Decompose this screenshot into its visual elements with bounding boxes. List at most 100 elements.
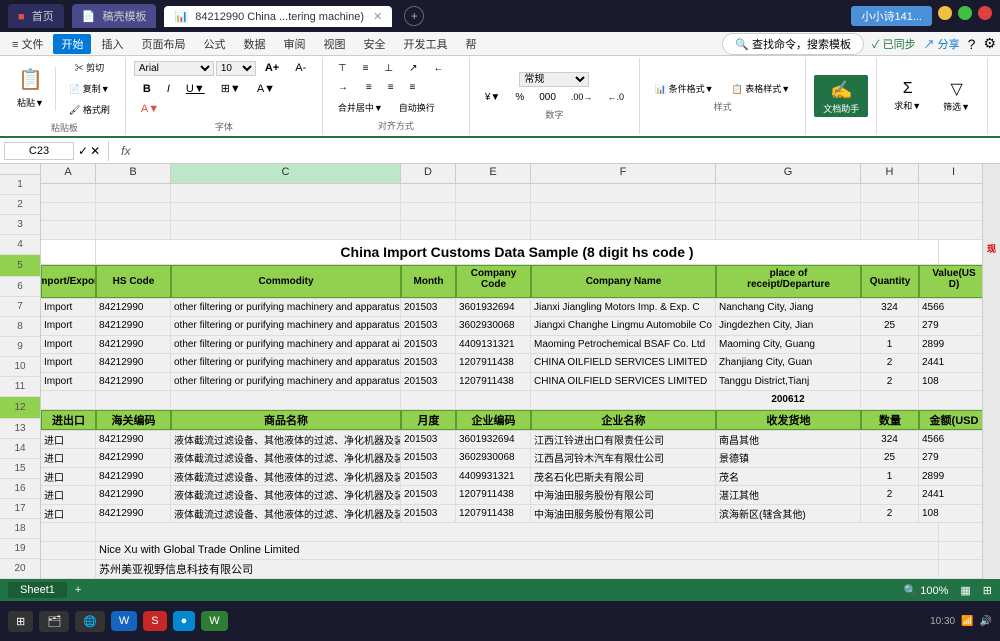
cell-a19[interactable]	[41, 542, 96, 560]
menu-review[interactable]: 审阅	[275, 34, 313, 54]
col-header-c[interactable]: C	[171, 164, 401, 183]
wrap-button[interactable]: 自动换行	[392, 98, 442, 117]
start-button[interactable]: ⊞	[8, 611, 33, 632]
taskbar-app3[interactable]: ●	[173, 611, 196, 631]
menu-security[interactable]: 安全	[355, 34, 393, 54]
cell-en-month-5[interactable]: 201503	[401, 373, 456, 391]
fill-color-button[interactable]: A▼	[250, 80, 282, 98]
cell-section-c[interactable]	[171, 391, 401, 409]
cell-i2[interactable]	[919, 203, 982, 221]
cell-zh-ie-5[interactable]: 进口	[41, 505, 96, 523]
cell-section-e[interactable]	[456, 391, 531, 409]
cell-zh-month-2[interactable]: 201503	[401, 449, 456, 467]
sheet-tab[interactable]: Sheet1	[8, 582, 67, 598]
align-top-button[interactable]: ⊤	[331, 60, 354, 77]
menu-dev[interactable]: 开发工具	[395, 34, 455, 54]
cell-en-ie-3[interactable]: Import	[41, 336, 96, 354]
cell-en-val-2[interactable]: 279	[919, 317, 982, 335]
view-page[interactable]: ⊞	[983, 584, 992, 597]
table-format-button[interactable]: 📋 表格样式▼	[725, 79, 798, 98]
cell-en-qty-2[interactable]: 25	[861, 317, 919, 335]
decimal-dec-button[interactable]: ←.0	[600, 89, 631, 106]
menu-help[interactable]: 帮	[457, 34, 484, 54]
cell-en-hs-5[interactable]: 84212990	[96, 373, 171, 391]
header-en-month[interactable]: Month	[401, 265, 456, 297]
underline-button[interactable]: U▼	[179, 80, 212, 98]
cell-d2[interactable]	[401, 203, 456, 221]
cell-zh-val-2[interactable]: 279	[919, 449, 982, 467]
cell-en-qty-3[interactable]: 1	[861, 336, 919, 354]
title-cell[interactable]: China Import Customs Data Sample (8 digi…	[96, 240, 939, 265]
cell-zh-place-3[interactable]: 茂名	[716, 468, 861, 486]
align-bottom-button[interactable]: ⊥	[377, 60, 400, 77]
cell-zh-name-4[interactable]: 中海油田服务股份有限公司	[531, 486, 716, 504]
taskbar-wps[interactable]: W	[111, 611, 137, 631]
cell-zh-month-3[interactable]: 201503	[401, 468, 456, 486]
cut-button[interactable]: ✂ 剪切	[62, 58, 117, 77]
menu-home[interactable]: 开始	[53, 34, 91, 54]
cell-en-month-2[interactable]: 201503	[401, 317, 456, 335]
cell-zh-hs-2[interactable]: 84212990	[96, 449, 171, 467]
cell-en-commodity-5[interactable]: other filtering or purifying machinery a…	[171, 373, 401, 391]
header-zh-commodity[interactable]: 商品名称	[171, 410, 401, 430]
header-zh-code[interactable]: 企业编码	[456, 410, 531, 430]
cell-footer2[interactable]: 苏州美亚视野信息科技有限公司	[96, 560, 939, 578]
sheet-tab-2[interactable]: +	[75, 584, 81, 596]
sum-button[interactable]: Σ求和▼	[885, 75, 930, 117]
close-button[interactable]	[978, 6, 992, 20]
cell-zh-commodity-2[interactable]: 液体截流过滤设备、其他液体的过滤、净化机器及装置	[171, 449, 401, 467]
cell-c3[interactable]	[171, 221, 401, 239]
cell-d3[interactable]	[401, 221, 456, 239]
cell-en-qty-4[interactable]: 2	[861, 354, 919, 372]
cell-zh-commodity-4[interactable]: 液体截流过滤设备、其他液体的过滤、净化机器及装置	[171, 486, 401, 504]
cell-zh-hs-5[interactable]: 84212990	[96, 505, 171, 523]
menu-file[interactable]: ≡ 文件	[4, 34, 51, 54]
cell-en-ie-5[interactable]: Import	[41, 373, 96, 391]
cell-zh-place-1[interactable]: 南昌其他	[716, 431, 861, 449]
cell-en-commodity-4[interactable]: other filtering or purifying machinery a…	[171, 354, 401, 372]
minimize-button[interactable]	[938, 6, 952, 20]
cell-i1[interactable]	[919, 184, 982, 202]
cell-zh-qty-4[interactable]: 2	[861, 486, 919, 504]
header-en-value[interactable]: Value(USD)	[919, 265, 982, 297]
filter-button[interactable]: ▽筛选▼	[934, 74, 979, 118]
copy-button[interactable]: 📄 复制▼	[62, 79, 117, 98]
cell-e2[interactable]	[456, 203, 531, 221]
cell-zh-hs-4[interactable]: 84212990	[96, 486, 171, 504]
header-zh-val[interactable]: 金额(USD	[919, 410, 982, 430]
cell-h3[interactable]	[861, 221, 919, 239]
cell-en-ie-4[interactable]: Import	[41, 354, 96, 372]
cell-h2[interactable]	[861, 203, 919, 221]
align-middle-button[interactable]: ≡	[356, 60, 376, 77]
cell-e3[interactable]	[456, 221, 531, 239]
cell-en-code-2[interactable]: 3602930068	[456, 317, 531, 335]
currency-button[interactable]: ¥▼	[478, 89, 507, 106]
cell-en-month-1[interactable]: 201503	[401, 299, 456, 317]
header-en-hs[interactable]: HS Code	[96, 265, 171, 297]
percent-button[interactable]: %	[508, 89, 531, 106]
cell-b2[interactable]	[96, 203, 171, 221]
cell-en-name-1[interactable]: Jianxi Jiangling Motors Imp. & Exp. C	[531, 299, 716, 317]
col-header-h[interactable]: H	[861, 164, 919, 183]
question-icon[interactable]: ?	[968, 36, 976, 52]
cell-en-ie-2[interactable]: Import	[41, 317, 96, 335]
maximize-button[interactable]	[958, 6, 972, 20]
border-button[interactable]: ⊞▼	[214, 79, 248, 98]
conditional-format-button[interactable]: 📊 条件格式▼	[648, 79, 721, 98]
cell-en-hs-2[interactable]: 84212990	[96, 317, 171, 335]
header-en-place[interactable]: place ofreceipt/Departure	[716, 265, 861, 297]
cell-en-val-4[interactable]: 2441	[919, 354, 982, 372]
cell-en-hs-4[interactable]: 84212990	[96, 354, 171, 372]
formula-checkmark[interactable]: ✓	[78, 144, 88, 158]
taskbar-browser[interactable]: 🌐	[75, 611, 105, 632]
cell-f2[interactable]	[531, 203, 716, 221]
cell-b3[interactable]	[96, 221, 171, 239]
cell-zh-place-4[interactable]: 湛江其他	[716, 486, 861, 504]
col-header-a[interactable]: A	[41, 164, 96, 183]
cell-zh-name-2[interactable]: 江西昌河铃木汽车有限仕公司	[531, 449, 716, 467]
cell-zh-val-4[interactable]: 2441	[919, 486, 982, 504]
cell-zh-qty-5[interactable]: 2	[861, 505, 919, 523]
view-normal[interactable]: ▦	[960, 584, 970, 597]
header-en-ie[interactable]: Import/Export	[41, 265, 96, 297]
cell-en-name-3[interactable]: Maoming Petrochemical BSAF Co. Ltd	[531, 336, 716, 354]
